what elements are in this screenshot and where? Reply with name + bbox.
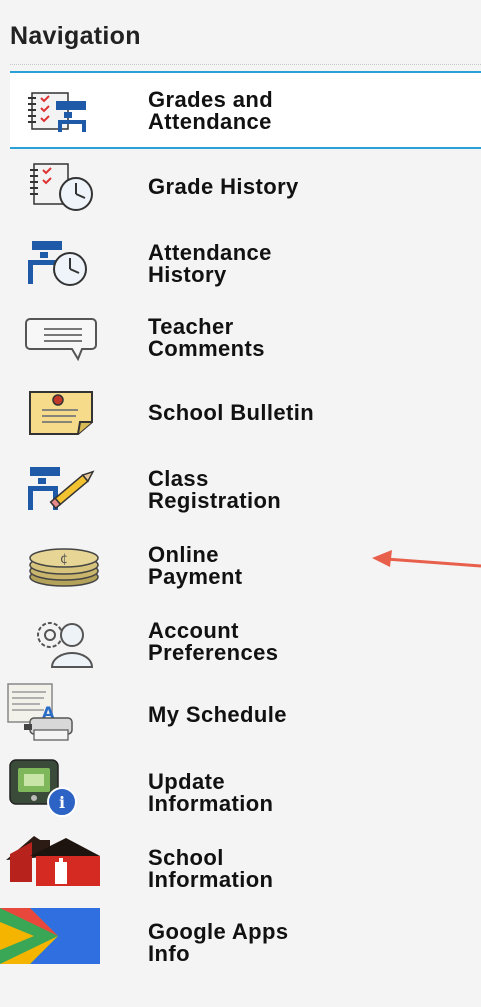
nav-item-label: School Bulletin [148, 400, 315, 425]
svg-text:i: i [59, 793, 65, 812]
nav-item-label: My Schedule [148, 702, 287, 727]
nav-item-label: Account Preferences [148, 618, 279, 665]
class-registration-icon [14, 455, 114, 525]
online-payment-icon: ¢ [14, 531, 114, 601]
divider [10, 64, 481, 65]
nav-item-school-information[interactable]: School Information [0, 834, 481, 904]
nav-item-attendance-history[interactable]: Attendance History [0, 229, 481, 299]
nav-item-label: Update Information [148, 769, 274, 816]
nav-item-google-apps-info[interactable]: Google Apps Info [0, 908, 481, 978]
nav-item-class-registration[interactable]: Class Registration [0, 455, 481, 525]
nav-item-teacher-comments[interactable]: Teacher Comments [0, 303, 481, 373]
selected-bottom-border [10, 147, 481, 149]
school-bulletin-icon [14, 378, 114, 448]
nav-item-online-payment[interactable]: ¢ Online Payment [0, 531, 481, 601]
nav-item-label: Grade History [148, 174, 299, 199]
nav-item-grades-and-attendance[interactable]: Grades and Attendance [0, 76, 481, 146]
navigation-title: Navigation [10, 22, 141, 50]
nav-item-label: Google Apps Info [148, 919, 289, 966]
nav-item-my-schedule[interactable]: A My Schedule [0, 680, 481, 750]
teacher-comments-icon [14, 303, 114, 373]
nav-item-update-information[interactable]: i Update Information [0, 758, 481, 828]
grade-history-icon [14, 152, 114, 222]
nav-item-school-bulletin[interactable]: School Bulletin [0, 378, 481, 448]
nav-item-label: Grades and Attendance [148, 87, 274, 134]
nav-item-label: School Information [148, 845, 274, 892]
school-information-icon [0, 834, 100, 904]
nav-item-label: Teacher Comments [148, 314, 265, 361]
svg-text:¢: ¢ [60, 552, 68, 567]
my-schedule-icon: A [0, 680, 100, 750]
attendance-history-icon [14, 229, 114, 299]
update-information-icon: i [0, 758, 100, 828]
google-apps-icon [0, 908, 100, 978]
account-preferences-icon [14, 607, 114, 677]
nav-item-account-preferences[interactable]: Account Preferences [0, 607, 481, 677]
nav-item-label: Class Registration [148, 466, 282, 513]
nav-item-label: Attendance History [148, 240, 272, 287]
grades-attendance-icon [14, 76, 114, 146]
nav-item-grade-history[interactable]: Grade History [0, 152, 481, 222]
nav-item-label: Online Payment [148, 542, 243, 589]
selected-top-border [10, 71, 481, 73]
